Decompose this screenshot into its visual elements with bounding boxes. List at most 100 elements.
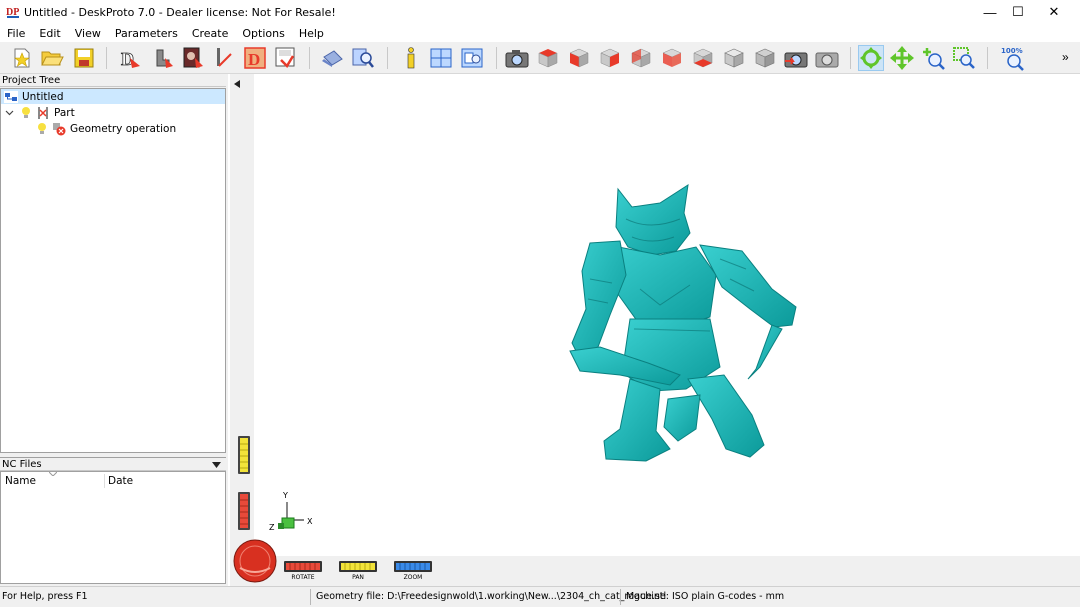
project-tree: Untitled Part Geometry operation bbox=[0, 88, 226, 453]
nc-files-list: Name Date bbox=[0, 471, 226, 584]
menu-parameters[interactable]: Parameters bbox=[108, 27, 185, 40]
zoom-label: ZOOM bbox=[403, 574, 423, 581]
view-back-button[interactable] bbox=[628, 45, 654, 71]
close-button[interactable]: ✕ bbox=[1036, 0, 1072, 24]
view-cube-iso-icon bbox=[724, 48, 744, 68]
save-disk-icon bbox=[74, 48, 94, 68]
zoom-in-icon bbox=[923, 48, 945, 70]
lightbulb-icon[interactable] bbox=[37, 122, 47, 135]
tree-item-geometry-operation[interactable]: Geometry operation bbox=[1, 121, 176, 136]
toolbar-separator bbox=[496, 47, 497, 69]
view-cube-back-icon bbox=[631, 48, 651, 68]
camera-redo-icon bbox=[784, 52, 808, 68]
status-help: For Help, press F1 bbox=[2, 591, 88, 602]
save-project-button[interactable] bbox=[71, 45, 97, 71]
tree-item-label: Geometry operation bbox=[70, 122, 177, 135]
collapse-arrow-icon[interactable] bbox=[234, 80, 240, 88]
zoom-window-button[interactable] bbox=[951, 45, 977, 71]
part-parameters-button[interactable] bbox=[150, 45, 176, 71]
window-grid-icon bbox=[430, 48, 452, 68]
view-top-button[interactable] bbox=[535, 45, 561, 71]
pan-slider[interactable] bbox=[339, 561, 377, 572]
view-cube-right-icon bbox=[600, 48, 620, 68]
screenshot-button[interactable] bbox=[504, 45, 530, 71]
menu-help[interactable]: Help bbox=[292, 27, 331, 40]
rotate-dial[interactable] bbox=[232, 538, 278, 584]
column-header-name[interactable]: Name bbox=[5, 475, 36, 487]
camera-icon bbox=[505, 50, 529, 68]
status-divider bbox=[310, 589, 311, 605]
rotate-slider-vertical[interactable] bbox=[238, 492, 250, 530]
view-bottom-button[interactable] bbox=[690, 45, 716, 71]
pan-view-button[interactable] bbox=[889, 45, 915, 71]
write-nc-button[interactable] bbox=[272, 45, 298, 71]
menu-edit[interactable]: Edit bbox=[32, 27, 67, 40]
maximize-icon: ☐ bbox=[1012, 4, 1024, 19]
view-front-button[interactable] bbox=[566, 45, 592, 71]
nc-files-header[interactable]: NC Files bbox=[0, 457, 226, 471]
geometry-operation-icon bbox=[53, 122, 66, 135]
rotate-slider[interactable] bbox=[284, 561, 322, 572]
title-bar: DP Untitled - DeskProto 7.0 - Dealer lic… bbox=[0, 0, 1080, 24]
write-nc-icon bbox=[275, 47, 295, 69]
view-options-button[interactable] bbox=[459, 45, 485, 71]
svg-text:100%: 100% bbox=[1001, 47, 1023, 55]
operation-parameters-icon bbox=[183, 47, 203, 68]
project-tree-header: Project Tree bbox=[0, 74, 226, 87]
3d-model-cat-rogue[interactable] bbox=[560, 179, 810, 464]
toolbar-separator bbox=[387, 47, 388, 69]
menu-file[interactable]: File bbox=[0, 27, 32, 40]
redo-view-button[interactable] bbox=[783, 45, 809, 71]
camera-gray-icon bbox=[815, 52, 839, 68]
postprocessor-button[interactable]: D bbox=[242, 45, 268, 71]
part-icon bbox=[38, 106, 48, 119]
new-project-button[interactable] bbox=[9, 45, 35, 71]
operation-parameters-button[interactable] bbox=[180, 45, 206, 71]
close-icon: ✕ bbox=[1048, 4, 1060, 19]
chevron-down-icon[interactable] bbox=[5, 108, 14, 117]
left-panel: Project Tree Untitled Part Geometry oper… bbox=[0, 74, 228, 586]
info-button[interactable] bbox=[398, 45, 424, 71]
magnify-preview-icon bbox=[352, 48, 374, 68]
column-header-date[interactable]: Date bbox=[108, 475, 133, 487]
preview-button[interactable] bbox=[350, 45, 376, 71]
status-divider bbox=[620, 589, 621, 605]
column-divider[interactable] bbox=[104, 474, 105, 488]
tool-parameters-icon bbox=[217, 48, 232, 67]
undo-view-button[interactable] bbox=[814, 45, 840, 71]
zoom-window-icon bbox=[953, 47, 975, 69]
status-geometry-file: Geometry file: D:\Freedesignwold\1.worki… bbox=[316, 591, 667, 602]
rotate-view-button[interactable] bbox=[858, 45, 884, 71]
zoom-slider[interactable] bbox=[394, 561, 432, 572]
view-left-button[interactable] bbox=[659, 45, 685, 71]
menu-view[interactable]: View bbox=[68, 27, 108, 40]
menu-options[interactable]: Options bbox=[235, 27, 291, 40]
view-cube-front-icon bbox=[569, 48, 589, 68]
tree-item-part[interactable]: Part bbox=[1, 105, 75, 120]
layout-button[interactable] bbox=[428, 45, 454, 71]
toolbar-separator bbox=[106, 47, 107, 69]
lightbulb-icon[interactable] bbox=[21, 106, 31, 119]
tree-item-untitled[interactable]: Untitled bbox=[1, 89, 225, 104]
project-parameters-button[interactable]: D bbox=[117, 45, 143, 71]
3d-viewport[interactable]: Y X Z ROTATE PAN ZOOM bbox=[230, 74, 1080, 586]
zoom-100-button[interactable]: 100% bbox=[998, 45, 1030, 71]
dropdown-arrow-icon[interactable] bbox=[212, 462, 221, 468]
x-axis-label: X bbox=[307, 517, 313, 526]
view-right-button[interactable] bbox=[597, 45, 623, 71]
toolbar-overflow-button[interactable]: » bbox=[1062, 50, 1069, 64]
zoom-view-button[interactable] bbox=[920, 45, 946, 71]
open-project-button[interactable] bbox=[39, 45, 65, 71]
maximize-button[interactable]: ☐ bbox=[1000, 0, 1036, 24]
view-iso-button[interactable] bbox=[721, 45, 747, 71]
menu-create[interactable]: Create bbox=[185, 27, 236, 40]
svg-text:D: D bbox=[248, 50, 260, 69]
viewport-side-strip bbox=[230, 74, 254, 586]
y-axis-label: Y bbox=[282, 491, 288, 500]
window-title: Untitled - DeskProto 7.0 - Dealer licens… bbox=[24, 6, 336, 19]
tool-parameters-button[interactable] bbox=[212, 45, 238, 71]
erase-toolpath-button[interactable] bbox=[319, 45, 345, 71]
pan-slider-vertical[interactable] bbox=[238, 436, 250, 474]
part-parameters-icon bbox=[156, 49, 173, 68]
view-iso-2-button[interactable] bbox=[752, 45, 778, 71]
